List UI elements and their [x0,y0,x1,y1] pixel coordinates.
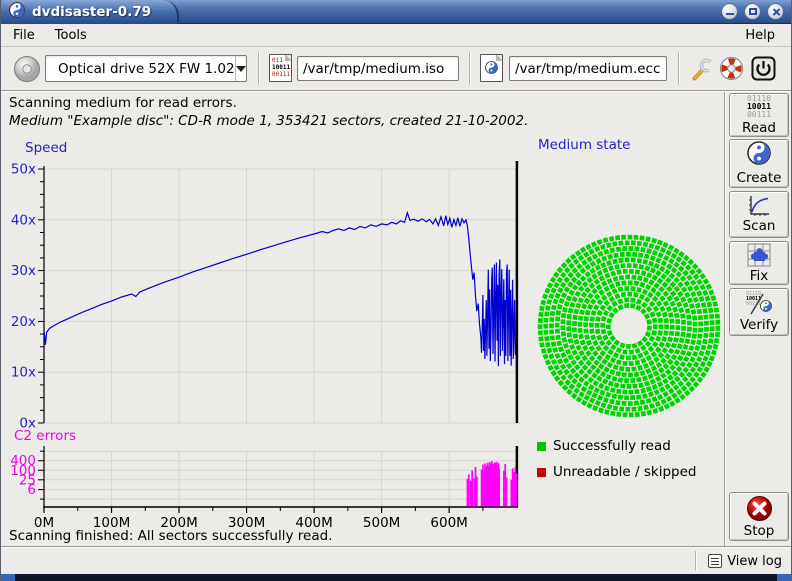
menubar: File Tools Help [1,24,791,47]
c2-chart: C2 errors4001002560M100M200M300M400M500M… [10,428,518,531]
ecc-file-input[interactable] [509,56,667,81]
minimize-icon [726,13,734,15]
medium-state-title: Medium state [538,137,630,153]
verify-icon: 01110 10011 00111 [746,292,772,316]
sidebar: 01110 10011 00111 Read Create Scan [728,92,792,546]
legend-success-swatch [537,442,546,451]
disc-visualization [534,231,724,421]
window-bottom-border [1,574,791,581]
create-button[interactable]: Create [729,139,789,188]
toolbar: Optical drive 52X FW 1.02 011 10011 0011… [1,47,791,90]
scan-button[interactable]: Scan [729,191,789,238]
medium-state-panel: Medium state Successfully read Unreadabl… [531,137,724,539]
speed-chart: Speed0x10x20x30x40x50x [11,140,518,432]
resize-grip-left[interactable] [1,574,15,581]
svg-text:10x: 10x [11,365,36,381]
resize-grip-right[interactable] [777,574,791,581]
drive-selector-value: Optical drive 52X FW 1.02 [46,61,235,77]
legend-success: Successfully read [537,438,671,454]
speed-cursor [516,161,519,423]
stop-button[interactable]: Stop [729,492,789,541]
svg-text:20x: 20x [11,314,36,330]
maximize-button[interactable] [744,3,761,20]
speed-curve [44,213,517,366]
legend-unreadable-swatch [537,468,546,477]
statusbar: View log [1,548,791,574]
power-icon [751,56,776,81]
view-log-icon [708,554,722,568]
iso-file-input[interactable] [297,56,459,81]
fix-button[interactable]: Fix [729,241,789,285]
menu-help[interactable]: Help [735,26,785,45]
menu-file[interactable]: File [3,26,45,45]
bottom-status-text: Scanning finished: All sectors successfu… [9,528,332,544]
scan-charts: Speed0x10x20x30x40x50xC2 errors400100256… [1,137,531,539]
scan-chart-icon [747,195,771,217]
chevron-down-icon [235,56,246,81]
legend-unreadable: Unreadable / skipped [537,464,696,480]
view-log-button[interactable]: View log [705,550,785,572]
lifebuoy-icon [718,55,745,82]
drive-selector[interactable]: Optical drive 52X FW 1.02 [45,55,247,82]
svg-text:500M: 500M [363,515,400,531]
svg-text:600M: 600M [430,515,467,531]
puzzle-icon [747,243,771,267]
svg-text:40x: 40x [11,212,36,228]
read-binary-icon: 01110 10011 00111 [747,95,771,119]
svg-text:6: 6 [27,482,36,498]
stop-icon [746,495,773,522]
read-button[interactable]: 01110 10011 00111 Read [729,93,789,137]
minimize-button[interactable] [721,3,738,20]
window-title: dvdisaster-0.79 [32,4,151,20]
svg-text:30x: 30x [11,263,36,279]
svg-text:C2 errors: C2 errors [14,428,76,444]
menu-tools[interactable]: Tools [45,26,97,45]
help-button[interactable] [717,54,746,83]
preferences-button[interactable] [687,54,716,83]
drive-icon [13,47,41,90]
app-yinyang-icon [9,2,25,22]
wrench-icon [689,56,715,82]
maximize-icon [749,8,757,15]
iso-file-icon: 011 10011 00111 [269,54,292,82]
close-button[interactable] [767,3,784,20]
quit-button[interactable] [749,54,778,83]
create-yinyang-icon [747,141,771,169]
svg-text:Speed: Speed [25,140,67,156]
svg-text:50x: 50x [11,162,36,178]
verify-button[interactable]: 01110 10011 00111 Verify [729,288,789,336]
app-window: dvdisaster-0.79 File Tools Help Optical … [0,0,792,581]
ecc-file-icon [480,54,503,82]
titlebar[interactable]: dvdisaster-0.79 [1,0,791,24]
